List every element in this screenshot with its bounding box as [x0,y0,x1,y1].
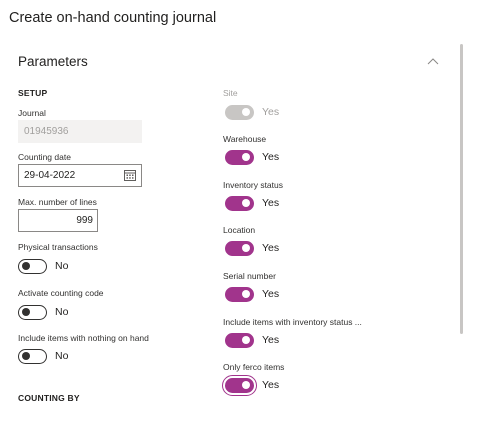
inventory-status-value: Yes [262,197,280,209]
location-toggle[interactable] [225,240,254,256]
physical-transactions-toggle[interactable] [18,258,47,274]
serial-number-value: Yes [262,288,280,300]
warehouse-value: Yes [262,151,280,163]
setup-section-label: SETUP [18,88,48,98]
include-nothing-on-hand-label: Include items with nothing on hand [18,333,149,343]
inventory-status-toggle[interactable] [225,195,254,211]
physical-transactions-label: Physical transactions [18,242,98,252]
only-ferco-label: Only ferco items [223,362,285,372]
physical-transactions-value: No [55,260,69,272]
counting-date-label: Counting date [18,152,71,162]
activate-counting-code-value: No [55,306,69,318]
physical-transactions-row: No [18,256,68,276]
warehouse-toggle[interactable] [225,149,254,165]
parameters-panel: Parameters SETUP Journal 01945936 Counti… [0,36,481,426]
warehouse-row: Yes [225,147,279,167]
dialog-title: Create on-hand counting journal [9,10,217,26]
activate-counting-code-toggle[interactable] [18,304,47,320]
collapse-button[interactable] [424,52,442,70]
max-lines-label: Max. number of lines [18,197,97,207]
warehouse-label: Warehouse [223,134,267,144]
panel-header[interactable]: Parameters [18,54,88,69]
only-ferco-value: Yes [262,379,280,391]
serial-number-label: Serial number [223,271,276,281]
scrollbar[interactable] [460,44,463,334]
calendar-icon[interactable] [124,169,136,181]
site-row: Yes [225,102,279,122]
include-nothing-on-hand-value: No [55,350,69,362]
include-inventory-status-row: Yes [225,330,279,350]
site-toggle [225,104,254,120]
location-value: Yes [262,242,280,254]
inventory-status-row: Yes [225,193,279,213]
only-ferco-toggle[interactable] [222,374,257,396]
serial-number-row: Yes [225,284,279,304]
max-lines-field[interactable]: 999 [18,209,98,232]
site-label: Site [223,88,238,98]
chevron-up-icon [427,58,439,65]
journal-label: Journal [18,108,46,118]
activate-counting-code-label: Activate counting code [18,288,104,298]
include-nothing-on-hand-row: No [18,346,68,366]
journal-field[interactable]: 01945936 [18,120,142,143]
location-row: Yes [225,238,279,258]
activate-counting-code-row: No [18,302,68,322]
counting-date-field[interactable]: 29-04-2022 [18,164,142,187]
include-inventory-status-toggle[interactable] [225,332,254,348]
counting-date-value: 29-04-2022 [24,170,76,181]
include-inventory-status-label: Include items with inventory status ... [223,317,362,327]
site-value: Yes [262,106,280,118]
include-nothing-on-hand-toggle[interactable] [18,348,47,364]
include-inventory-status-value: Yes [262,334,280,346]
serial-number-toggle[interactable] [225,286,254,302]
only-ferco-row: Yes [222,374,280,396]
counting-by-section-label: COUNTING BY [18,393,80,403]
inventory-status-label: Inventory status [223,180,284,190]
location-label: Location [223,225,256,235]
